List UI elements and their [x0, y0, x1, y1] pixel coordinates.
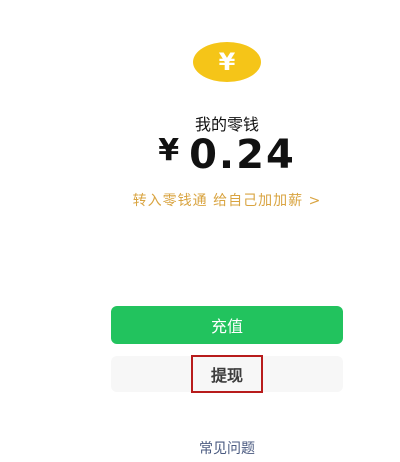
balance-amount: 0.24 [189, 132, 296, 178]
promo-link[interactable]: 转入零钱通 给自己加加薪 > [0, 190, 400, 210]
balance-display: ¥0.24 [0, 132, 400, 178]
yuan-coin-icon: ¥ [193, 42, 261, 82]
faq-link[interactable]: 常见问题 [0, 438, 400, 458]
currency-symbol: ¥ [158, 133, 180, 168]
withdraw-button[interactable]: 提现 [111, 355, 343, 393]
withdraw-label: 提现 [190, 355, 263, 393]
coin-symbol: ¥ [218, 48, 236, 76]
recharge-button[interactable]: 充值 [111, 306, 343, 344]
